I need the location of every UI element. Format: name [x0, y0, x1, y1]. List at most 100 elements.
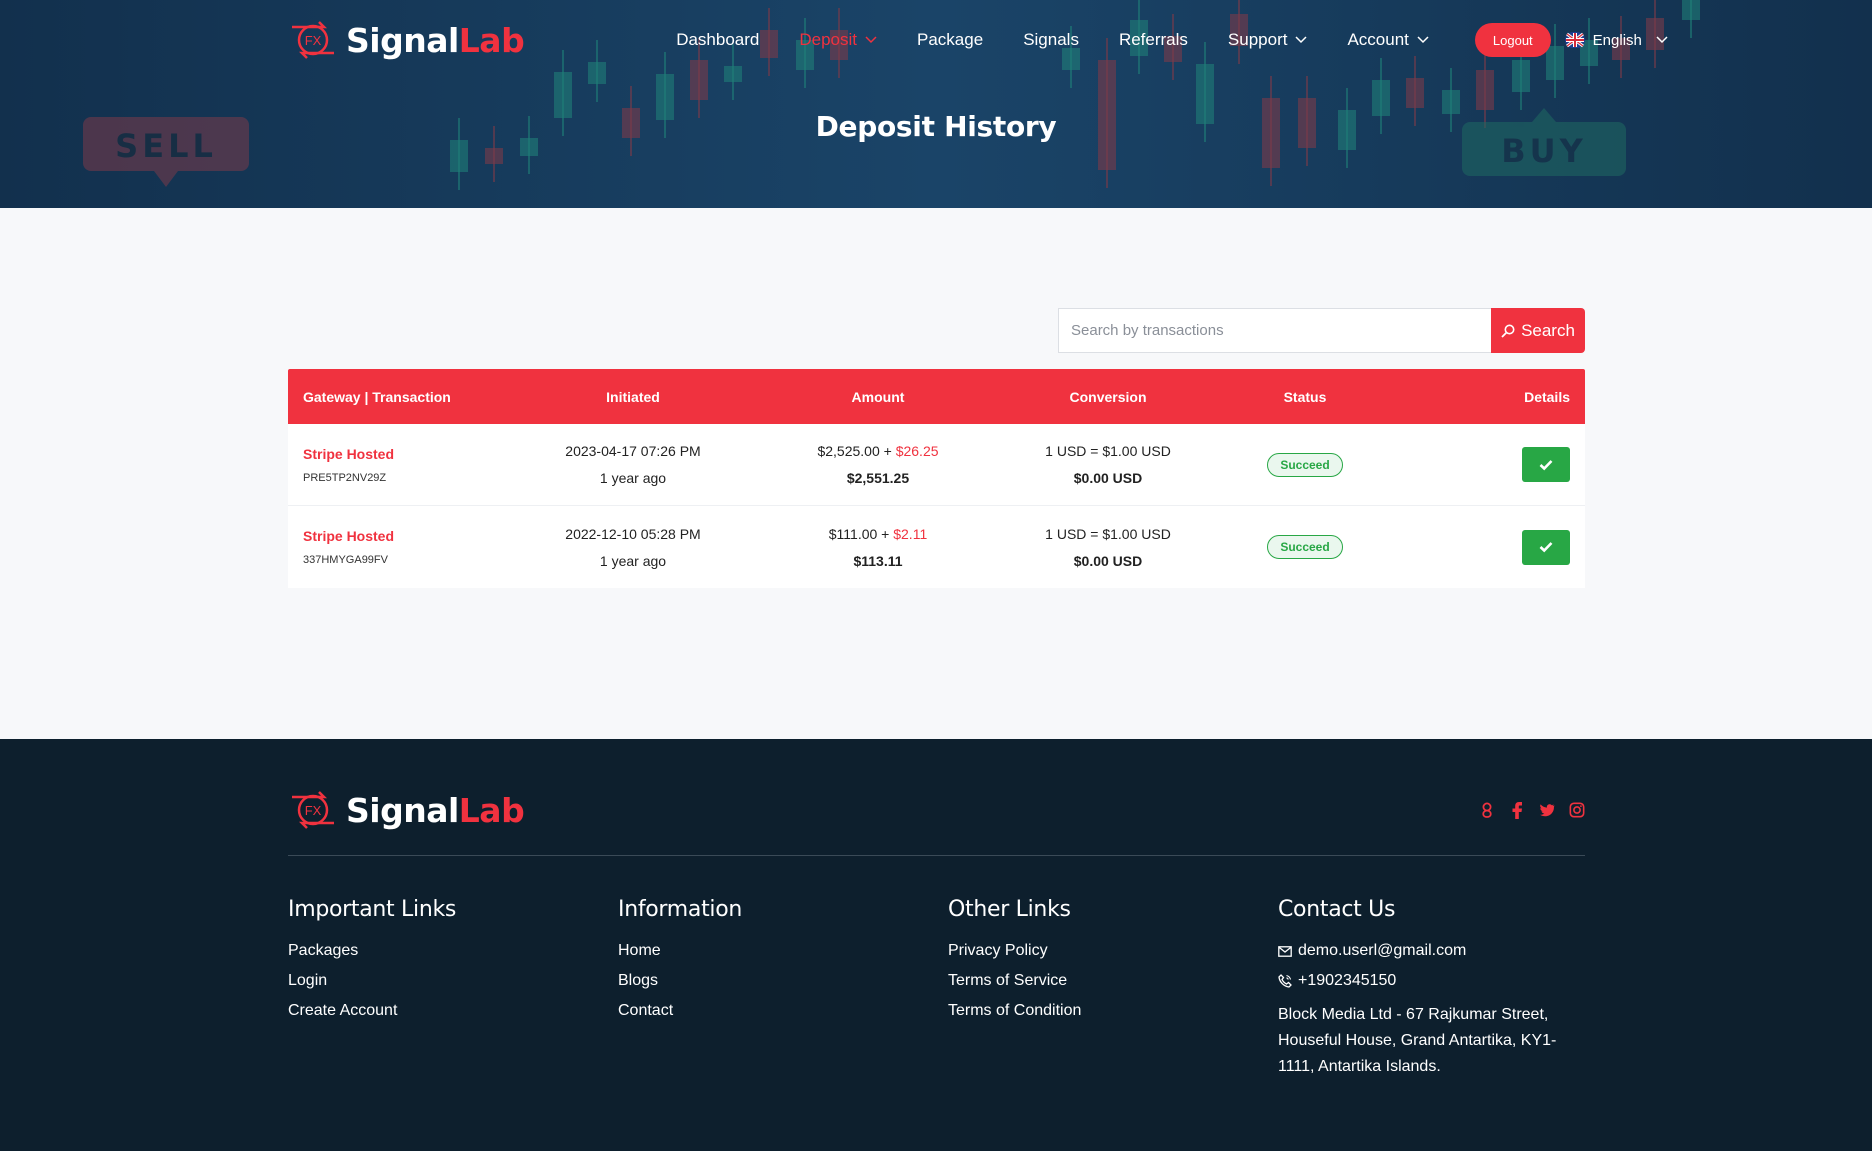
svg-text:FX: FX — [305, 33, 322, 48]
footer-column-title: Important Links — [288, 897, 457, 922]
search-button[interactable]: Search — [1491, 308, 1585, 353]
candle-body — [690, 60, 708, 100]
nav-referrals[interactable]: Referrals — [1099, 30, 1208, 50]
phone-icon — [1278, 974, 1292, 988]
chevron-down-icon — [1295, 36, 1307, 44]
nav-signals[interactable]: Signals — [1003, 30, 1099, 50]
social-links — [1479, 801, 1585, 819]
check-icon — [1539, 542, 1553, 553]
amount-value: $111.00 + — [828, 525, 894, 542]
initiated-date: 2022-12-10 05:28 PM — [565, 525, 701, 542]
header-initiated: Initiated — [606, 388, 660, 405]
details-button[interactable] — [1522, 529, 1570, 565]
candle-body — [724, 66, 742, 82]
instagram-icon[interactable] — [1569, 801, 1585, 819]
contact-email[interactable]: demo.userl@gmail.com — [1278, 942, 1608, 960]
gateway-name: Stripe Hosted — [303, 528, 395, 544]
charge-value: $26.25 — [895, 443, 939, 459]
hero-header: SELL BUY FX SignalLab Dashboard Deposit … — [0, 0, 1872, 208]
header-conversion: Conversion — [1069, 388, 1147, 405]
initiated-ago: 1 year ago — [599, 470, 667, 486]
footer-link-blogs[interactable]: Blogs — [618, 972, 948, 990]
nav-deposit[interactable]: Deposit — [779, 30, 897, 50]
candle-body — [450, 140, 468, 172]
conversion-amount: $0.00 USD — [1073, 470, 1143, 486]
chevron-down-icon — [1417, 36, 1429, 44]
nav-package[interactable]: Package — [897, 30, 1003, 50]
uk-flag-icon — [1564, 32, 1585, 48]
charge-value: $2.11 — [893, 525, 928, 542]
footer-column-title: Information — [618, 897, 743, 922]
chevron-down-icon — [865, 36, 877, 44]
conversion-amount: $0.00 USD — [1073, 552, 1143, 569]
envelope-icon — [1278, 945, 1292, 957]
transaction-id: PRE5TP2NV29Z — [303, 471, 387, 484]
contact-email-text: demo.userl@gmail.com — [1298, 942, 1467, 959]
table-row: Stripe Hosted PRE5TP2NV29Z 2023-04-17 07… — [288, 424, 1585, 506]
details-button[interactable] — [1522, 447, 1570, 482]
contact-address: Block Media Ltd - 67 Rajkumar Street, Ho… — [1278, 1006, 1557, 1075]
google-icon[interactable] — [1479, 801, 1495, 819]
table-header: Gateway | Transaction Initiated Amount C… — [288, 369, 1585, 424]
footer-link-terms-of-service[interactable]: Terms of Service — [948, 972, 1278, 990]
footer-link-packages[interactable]: Packages — [288, 942, 618, 960]
contact-phone[interactable]: +1902345150 — [1278, 972, 1608, 990]
language-selector[interactable]: English — [1564, 31, 1668, 49]
candle-body — [1682, 0, 1700, 20]
check-icon — [1539, 459, 1553, 470]
status-badge: Succeed — [1267, 535, 1343, 559]
footer-other-links: Other Links Privacy Policy Terms of Serv… — [948, 897, 1278, 1032]
footer-important-links: Important Links Packages Login Create Ac… — [288, 897, 618, 1032]
conversion-rate: 1 USD = $1.00 USD — [1045, 443, 1171, 459]
language-label: English — [1592, 31, 1642, 49]
chevron-down-icon — [1656, 36, 1668, 44]
nav-support[interactable]: Support — [1208, 30, 1328, 50]
nav-dashboard[interactable]: Dashboard — [656, 30, 779, 50]
footer-link-terms-of-condition[interactable]: Terms of Condition — [948, 1002, 1278, 1020]
footer-divider — [288, 855, 1585, 856]
footer-link-home[interactable]: Home — [618, 942, 948, 960]
status-badge: Succeed — [1267, 452, 1343, 477]
logout-button[interactable]: Logout — [1474, 23, 1551, 57]
page-title: Deposit History — [815, 110, 1057, 143]
top-navigation-bar: FX SignalLab Dashboard Deposit Package S… — [288, 14, 1668, 66]
brand-logo[interactable]: FX SignalLab — [288, 17, 525, 63]
fx-logo-icon: FX — [292, 791, 334, 829]
contact-phone-text: +1902345150 — [1298, 972, 1397, 989]
facebook-icon[interactable] — [1509, 801, 1525, 819]
footer-link-login[interactable]: Login — [288, 972, 618, 990]
search-form: Search — [1058, 308, 1585, 353]
footer-contact: Contact Us demo.userl@gmail.com +1902345… — [1278, 897, 1608, 1080]
table-row: Stripe Hosted 337HMYGA99FV 2022-12-10 05… — [288, 506, 1585, 588]
footer-information: Information Home Blogs Contact — [618, 897, 948, 1032]
header-status: Status — [1283, 388, 1327, 405]
main-content: Search Gateway | Transaction Initiated A… — [0, 208, 1872, 739]
footer-link-privacy-policy[interactable]: Privacy Policy — [948, 942, 1278, 960]
header-details: Details — [1524, 388, 1570, 405]
main-nav: Dashboard Deposit Package Signals Referr… — [656, 30, 1449, 50]
amount-value: $2,525.00 + — [817, 443, 896, 459]
gateway-name: Stripe Hosted — [303, 445, 395, 462]
deposit-history-table: Gateway | Transaction Initiated Amount C… — [288, 369, 1585, 588]
brand-name: SignalLab — [346, 20, 525, 60]
amount-total: $2,551.25 — [846, 470, 910, 486]
conversion-rate: 1 USD = $1.00 USD — [1045, 525, 1171, 542]
site-footer: FX SignalLab Important Links Packages Lo… — [0, 739, 1872, 1151]
footer-column-title: Contact Us — [1278, 897, 1396, 922]
amount-total: $113.11 — [853, 552, 903, 569]
svg-text:FX: FX — [305, 803, 322, 818]
candle-body — [485, 148, 503, 164]
search-icon — [1501, 324, 1515, 338]
twitter-icon[interactable] — [1539, 801, 1555, 819]
nav-account[interactable]: Account — [1327, 30, 1448, 50]
initiated-ago: 1 year ago — [599, 552, 667, 569]
search-input[interactable] — [1058, 308, 1491, 353]
footer-column-title: Other Links — [948, 897, 1071, 922]
header-gateway: Gateway | Transaction — [303, 388, 451, 405]
header-amount: Amount — [851, 388, 905, 405]
footer-link-contact[interactable]: Contact — [618, 1002, 948, 1020]
footer-link-create-account[interactable]: Create Account — [288, 1002, 618, 1020]
footer-brand-logo[interactable]: FX SignalLab — [288, 787, 525, 833]
initiated-date: 2023-04-17 07:26 PM — [565, 443, 701, 459]
transaction-id: 337HMYGA99FV — [303, 554, 388, 566]
